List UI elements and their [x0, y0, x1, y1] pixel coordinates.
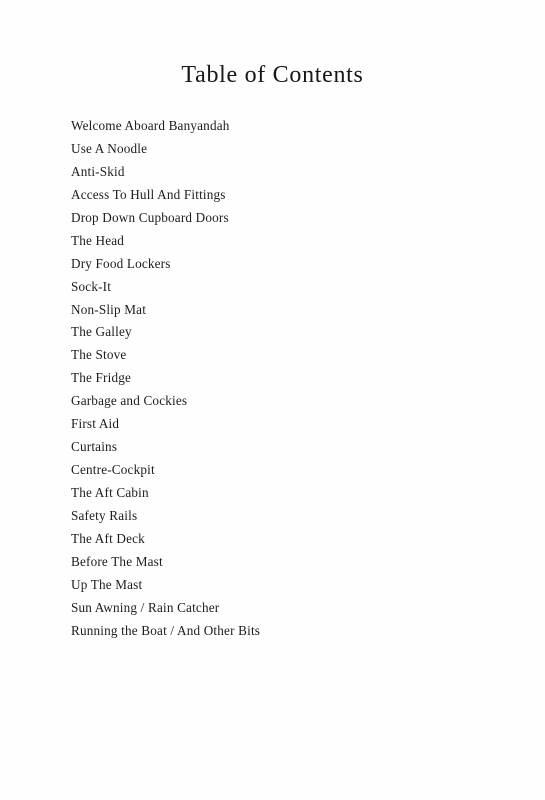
list-item[interactable]: Access To Hull And Fittings	[71, 184, 501, 207]
list-item[interactable]: The Aft Deck	[71, 528, 501, 551]
table-of-contents-list: Welcome Aboard Banyandah Use A Noodle An…	[71, 115, 501, 643]
list-item[interactable]: Before The Mast	[71, 551, 501, 574]
list-item[interactable]: Anti-Skid	[71, 161, 501, 184]
list-item[interactable]: Curtains	[71, 436, 501, 459]
list-item[interactable]: First Aid	[71, 413, 501, 436]
list-item[interactable]: Safety Rails	[71, 505, 501, 528]
list-item[interactable]: Welcome Aboard Banyandah	[71, 115, 501, 138]
list-item[interactable]: Garbage and Cockies	[71, 390, 501, 413]
list-item[interactable]: Up The Mast	[71, 574, 501, 597]
list-item[interactable]: Non-Slip Mat	[71, 299, 501, 322]
list-item[interactable]: The Head	[71, 230, 501, 253]
list-item[interactable]: Running the Boat / And Other Bits	[71, 620, 501, 643]
list-item[interactable]: Use A Noodle	[71, 138, 501, 161]
list-item[interactable]: The Aft Cabin	[71, 482, 501, 505]
list-item[interactable]: Sun Awning / Rain Catcher	[71, 597, 501, 620]
page-title: Table of Contents	[181, 62, 364, 88]
list-item[interactable]: Drop Down Cupboard Doors	[71, 207, 501, 230]
list-item[interactable]: Sock-It	[71, 276, 501, 299]
list-item[interactable]: The Galley	[71, 321, 501, 344]
list-item[interactable]: The Fridge	[71, 367, 501, 390]
list-item[interactable]: The Stove	[71, 344, 501, 367]
list-item[interactable]: Centre-Cockpit	[71, 459, 501, 482]
document-page: Table of Contents Welcome Aboard Banyand…	[0, 0, 545, 800]
list-item[interactable]: Dry Food Lockers	[71, 253, 501, 276]
